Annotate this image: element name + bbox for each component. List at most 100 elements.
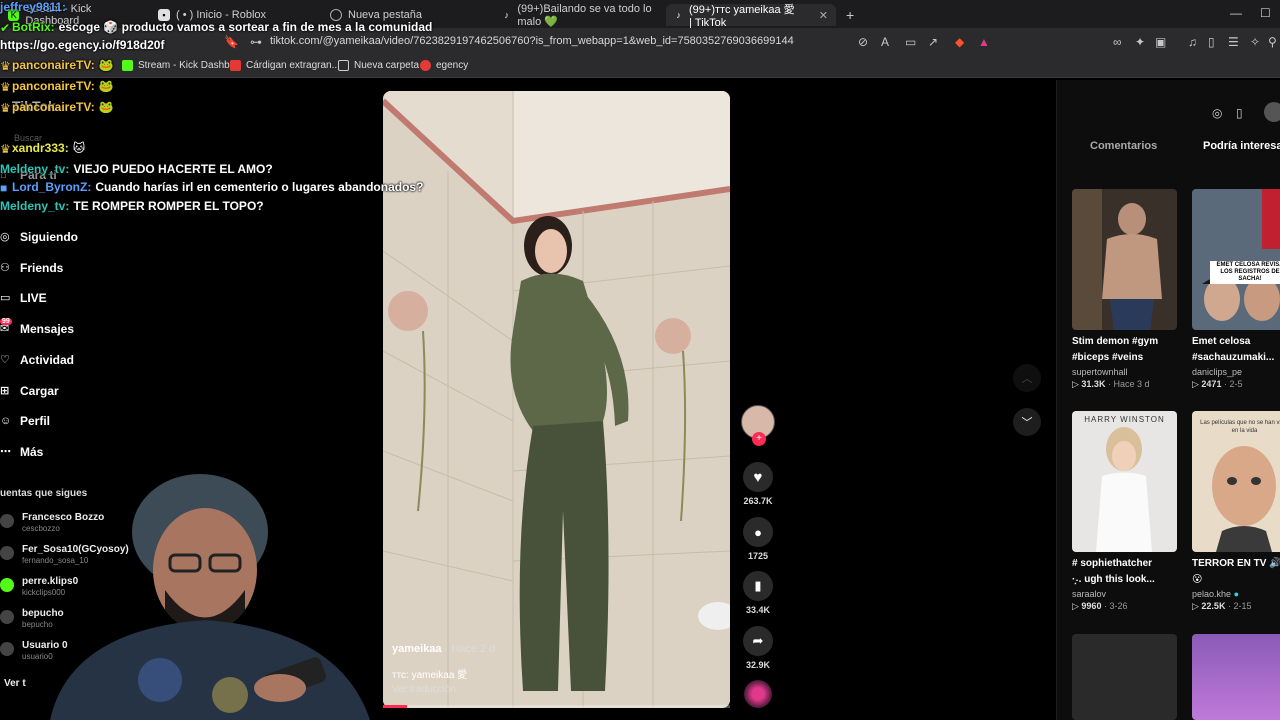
chat-username: xandr333: [12,141,69,155]
nav-siguiendo[interactable]: ◎ Siguiendo [0,230,78,244]
nav-mensajes[interactable]: ✉ 99 Mensajes [0,318,74,336]
card-title-line2: #biceps #veins [1072,352,1144,363]
avatar [0,514,14,528]
see-more-link[interactable]: Ver t [4,678,26,689]
bookmark-label: Stream - Kick Dashb... [138,60,239,71]
nav-label: Más [20,445,44,459]
folder-icon [338,60,349,71]
nav-perfil[interactable]: ☺ Perfil [0,414,50,428]
card-meta: ▷ 9960 · 3-26 [1072,601,1128,611]
video-author-line[interactable]: yameikaa · Hace 2 d [392,643,495,655]
chat-text: 🐸 [98,58,114,72]
screenshot-icon[interactable]: ▭ [905,35,916,49]
nav-label: Perfil [20,414,51,428]
card-meta: ▷ 2471 · 2-5 [1192,379,1243,389]
avatar [0,642,14,656]
kick-icon [122,60,133,71]
phone-icon[interactable]: ▯ [1236,106,1243,120]
chat-text: 🐸 [98,79,114,93]
video-thumbnail[interactable] [1192,634,1280,720]
crown-badge-icon: ♛ [0,80,11,94]
suggested-video-card[interactable]: Stim demon #gym #biceps #veins supertown… [1072,189,1177,390]
nav-friends[interactable]: ⚇ Friends [0,261,63,275]
sound-button[interactable] [740,680,776,708]
bookmark-icon[interactable]: 🔖 [224,35,239,49]
bookmark-kick[interactable]: Stream - Kick Dashb... [122,60,238,71]
card-meta: ▷ 31.3K · Hace 3 d [1072,379,1150,389]
sub-badge-icon: ■ [0,181,8,195]
video-progress-bar[interactable] [383,705,730,708]
minimize-icon[interactable]: — [1230,6,1242,20]
translate-icon[interactable]: A [881,35,889,49]
user-avatar[interactable] [1264,102,1280,122]
music-icon[interactable]: ♫ [1188,35,1197,49]
card-title-line2: ·͙˖. ugh this look... [1072,574,1155,585]
wallet-icon[interactable]: ▣ [1155,35,1166,49]
see-translation-link[interactable]: Ver traducción [392,684,456,695]
new-tab-button[interactable]: + [838,4,862,26]
maximize-icon[interactable]: ☐ [1260,6,1271,20]
puzzle-icon[interactable]: ✦ [1135,35,1145,49]
chat-message: ♛panconaireTV: 🐸 [0,58,114,73]
like-button[interactable]: ♥ 263.7K [740,462,776,506]
comment-button[interactable]: ● 1725 [740,517,776,561]
extension-icon[interactable]: ∞ [1113,35,1122,49]
previous-video-button[interactable]: ︿ [1013,364,1041,392]
tab-comentarios[interactable]: Comentarios [1090,140,1157,152]
egency-icon [420,60,431,71]
next-video-button[interactable]: ﹀ [1013,408,1041,436]
video-player[interactable] [383,91,730,708]
site-info-icon[interactable]: ⊶ [250,35,262,49]
tab-tiktok-bailando[interactable]: ♪ (99+)Bailando se va todo lo malo 💚 [494,3,664,28]
card-title-line2: 😮 [1192,574,1203,585]
save-button[interactable]: ▮ 33.4K [740,571,776,615]
tab-podria-interesarte[interactable]: Podría interesarte [1203,140,1280,152]
chat-username: Meldeny_tv: [0,162,70,176]
bookmark-folder[interactable]: Nueva carpeta [338,60,419,71]
reader-icon[interactable]: ☰ [1228,35,1239,49]
no-tracking-icon[interactable]: ⊘ [858,35,868,49]
suggested-video-card[interactable]: HARRY WINSTON # sophiethatcher ·͙˖. ugh … [1072,411,1177,612]
chat-username: jeffrey9811: [0,0,67,14]
heart-icon: ♥ [743,462,773,492]
profile-icon: ☺ [0,415,12,427]
nav-live[interactable]: ▭ LIVE [0,291,47,305]
profile-menu-icon[interactable]: ⚲ [1268,35,1277,49]
creator-avatar-button[interactable]: + [740,405,776,446]
brave-shield-icon[interactable]: ◆ [955,35,964,49]
upload-icon: ⊞ [0,385,10,397]
streamer-webcam-image [50,474,370,720]
suggested-video-card[interactable]: EMET CELOSA REVISA LOS REGISTROS DE SACH… [1192,189,1280,390]
video-thumbnail[interactable] [1072,634,1177,720]
comment-icon: ● [743,517,773,547]
chat-text: TE ROMPER ROMPER EL TOPO? [73,199,264,213]
leo-icon[interactable]: ✧ [1250,35,1260,49]
nav-label: Actividad [20,353,75,367]
card-author: saraalov [1072,589,1107,599]
suggested-video-card[interactable]: Las películas que no se han visto en la … [1192,411,1280,612]
nav-cargar[interactable]: ⊞ Cargar [0,384,59,398]
card-author: pelao.khe ● [1192,589,1280,599]
url-field[interactable]: tiktok.com/@yameikaa/video/7623829197462… [270,35,794,47]
share-button[interactable]: ➦ 32.9K [740,626,776,670]
card-views: 31.3K [1081,379,1106,389]
video-author-name[interactable]: yameikaa [392,643,442,655]
following-icon: ◎ [0,231,10,243]
nav-mas[interactable]: ⋯ Más [0,445,43,459]
chat-message: Meldeny_tv: VIEJO PUEDO HACERTE EL AMO? [0,162,273,176]
compass-icon[interactable]: ◎ [1212,106,1222,120]
share-icon[interactable]: ↗ [928,35,938,49]
bookmarks-bar: Stream - Kick Dashb... Cárdigan extragra… [0,56,1280,78]
thumbnail-caption: Las películas que no se han visto en la … [1200,420,1280,434]
follow-plus-icon[interactable]: + [752,432,766,446]
sidebar-icon[interactable]: ▯ [1208,35,1215,49]
bookmark-cardigan[interactable]: Cárdigan extragran... [230,60,340,71]
close-tab-icon[interactable]: ✕ [819,9,828,22]
rewards-icon[interactable]: ▲ [978,35,990,49]
bot-badge-icon: ✔ [0,21,11,35]
chat-text: Cuando harías irl en cementerio o lugare… [95,180,424,194]
nav-actividad[interactable]: ♡ Actividad [0,353,74,367]
bookmark-egency[interactable]: egency [420,60,468,71]
tab-tiktok-active[interactable]: ♪ (99+)ттс yameikaa 愛 | TikTok ✕ [666,4,836,29]
chat-message: jeffrey9811: [0,0,70,14]
